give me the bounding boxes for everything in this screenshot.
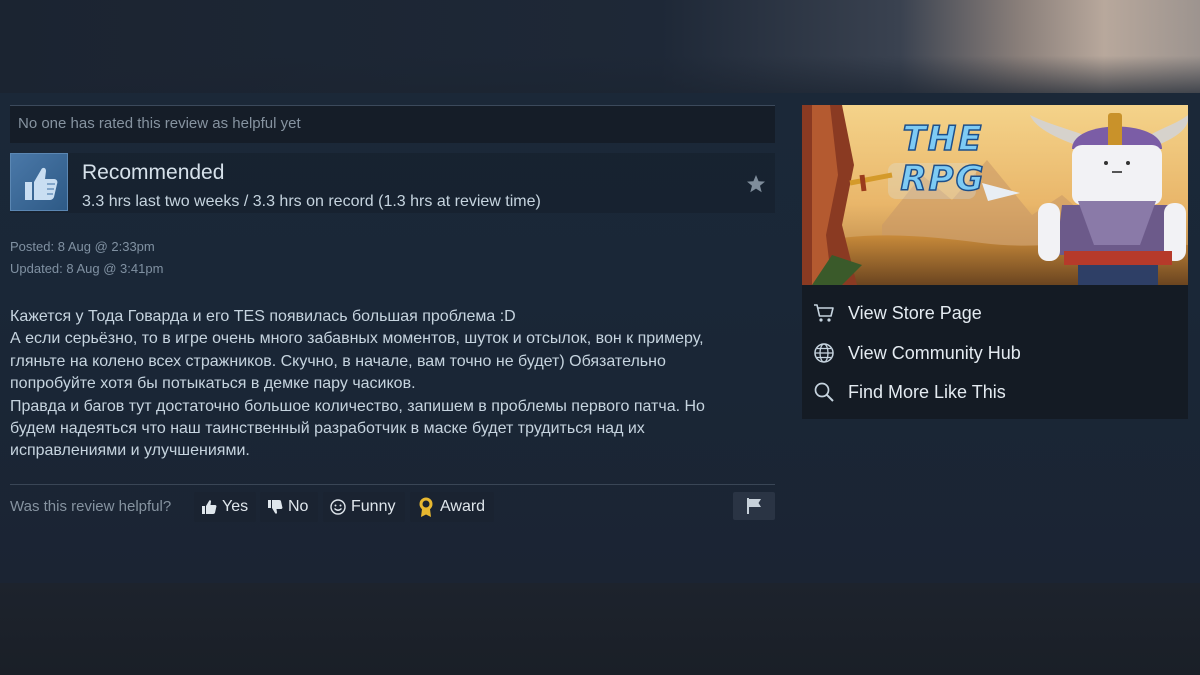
recommendation-header: Recommended 3.3 hrs last two weeks / 3.3… [10, 153, 775, 213]
review-line: будем надеяться что наш таинственный раз… [10, 420, 645, 438]
game-logo: THE RPG [900, 118, 986, 200]
updated-date: Updated: 8 Aug @ 3:41pm [10, 261, 164, 276]
playtime-hours: 3.3 hrs last two weeks / 3.3 hrs on reco… [82, 193, 541, 210]
vote-funny-button[interactable]: Funny [323, 492, 405, 522]
vote-no-button[interactable]: No [260, 492, 318, 522]
view-community-hub-link[interactable]: View Community Hub [812, 337, 1021, 369]
page-header-backdrop [0, 0, 1200, 93]
thumbs-up-badge[interactable] [10, 153, 68, 211]
find-more-like-this-label: Find More Like This [848, 381, 1006, 402]
review-line: Правда и багов тут достаточно большое ко… [10, 397, 705, 415]
vote-funny-label: Funny [351, 498, 396, 515]
game-banner[interactable]: THE RPG [802, 105, 1188, 285]
vote-divider [10, 484, 775, 485]
thumbs-up-icon [25, 167, 58, 200]
award-button[interactable]: Award [410, 492, 494, 522]
vote-question: Was this review helpful? [10, 498, 172, 515]
review-line: попробуйте хотя бы потыкаться в демке па… [10, 375, 416, 393]
flag-icon [747, 498, 761, 514]
thumbs-down-icon [268, 500, 283, 514]
posted-date: Posted: 8 Aug @ 2:33pm [10, 239, 155, 254]
page-footer-backdrop [0, 583, 1200, 675]
vote-controls: Was this review helpful? Yes No Funny Aw… [10, 492, 775, 522]
helpful-status-bar: No one has rated this review as helpful … [10, 105, 775, 143]
cart-icon [812, 301, 836, 325]
star-icon[interactable] [746, 174, 766, 194]
view-community-hub-label: View Community Hub [848, 342, 1021, 363]
view-store-page-label: View Store Page [848, 302, 982, 323]
vote-yes-label: Yes [222, 498, 249, 515]
review-line: исправлениями и улучшениями. [10, 442, 250, 460]
review-line: Кажется у Тода Говарда и его TES появила… [10, 308, 516, 325]
review-line: А если серьёзно, то в игре очень много з… [10, 330, 704, 348]
review-text: Кажется у Тода Говарда и его TES появила… [10, 306, 780, 463]
report-button[interactable] [733, 492, 775, 520]
helpful-status-text: No one has rated this review as helpful … [18, 115, 301, 132]
smiley-icon [330, 499, 346, 515]
globe-icon [812, 341, 836, 365]
search-icon [812, 380, 836, 404]
award-medal-icon [419, 497, 433, 517]
vote-yes-button[interactable]: Yes [194, 492, 256, 522]
vote-no-label: No [288, 498, 309, 515]
game-side-panel: THE RPG View Store Page View Community H… [802, 105, 1188, 419]
award-label: Award [440, 498, 486, 515]
find-more-like-this-link[interactable]: Find More Like This [812, 376, 1006, 408]
thumbs-up-icon [202, 500, 217, 514]
recommendation-title: Recommended [82, 161, 225, 184]
view-store-page-link[interactable]: View Store Page [812, 297, 982, 329]
review-line: гляньте на колено всех стражников. Скучн… [10, 352, 666, 370]
